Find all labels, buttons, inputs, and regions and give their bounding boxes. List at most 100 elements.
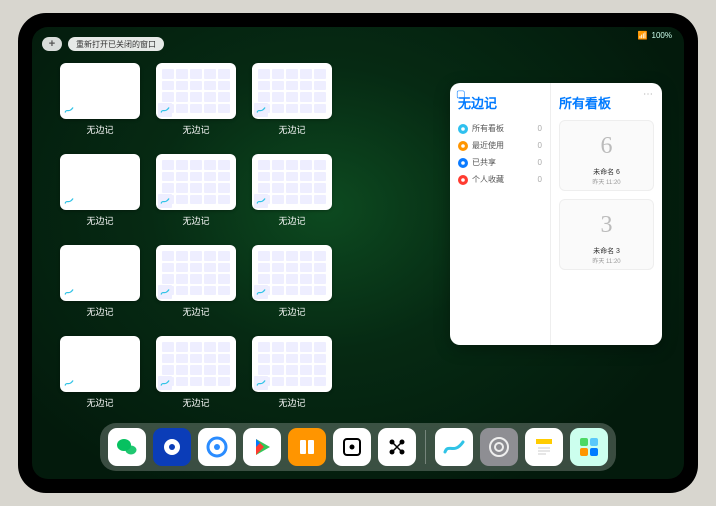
window-tile[interactable]: 无边记 [252,245,332,318]
dock-books-icon[interactable] [288,428,326,466]
window-thumbnail [60,154,140,210]
board-label: 未命名 6 [564,167,649,177]
window-tile[interactable]: 无边记 [156,336,236,409]
board-preview: 3 [564,204,649,246]
window-label: 无边记 [86,214,113,227]
sidebar-item-count: 0 [538,124,542,133]
window-tile[interactable]: 无边记 [60,154,140,227]
window-thumbnail [252,336,332,392]
category-icon [458,175,468,185]
window-label: 无边记 [182,214,209,227]
more-icon[interactable]: ⋯ [643,89,654,100]
board-time: 昨天 11:20 [564,177,649,186]
top-bar: + 重新打开已关闭的窗口 [42,37,164,51]
category-icon [458,124,468,134]
dock-qqbrowser-icon[interactable] [198,428,236,466]
window-thumbnail [60,336,140,392]
dock-settings-icon[interactable] [480,428,518,466]
board-card[interactable]: 3未命名 3昨天 11:20 [559,199,654,270]
freeform-app-icon [254,285,268,299]
wifi-icon: 📶 [638,31,648,40]
window-thumbnail [156,245,236,301]
freeform-app-icon [254,376,268,390]
freeform-app-icon [62,376,76,390]
window-label: 无边记 [278,123,305,136]
freeform-app-icon [62,103,76,117]
sidebar-item[interactable]: 已共享 0 [458,154,542,171]
window-thumbnail [60,63,140,119]
dock-dice-icon[interactable] [333,428,371,466]
sidebar-item-count: 0 [538,141,542,150]
dock-apps-icon[interactable] [570,428,608,466]
window-label: 无边记 [86,396,113,409]
window-tile[interactable]: 无边记 [252,154,332,227]
category-icon [458,141,468,151]
dock-freeform-icon[interactable] [435,428,473,466]
reopen-closed-button[interactable]: 重新打开已关闭的窗口 [68,37,164,51]
window-label: 无边记 [278,305,305,318]
new-window-button[interactable]: + [42,37,62,51]
dock-quark-icon[interactable] [153,428,191,466]
window-thumbnail [252,63,332,119]
sidebar-item-label: 最近使用 [472,140,504,151]
window-thumbnail [156,63,236,119]
window-thumbnail [252,245,332,301]
freeform-app-icon [158,376,172,390]
window-label: 无边记 [182,123,209,136]
window-tile[interactable]: 无边记 [252,336,332,409]
freeform-popover: ▢ ⋯ 无边记 所有看板0最近使用0已共享0个人收藏0 所有看板 6未命名 6昨… [450,83,662,345]
dock-separator [425,430,426,464]
dock-play-icon[interactable] [243,428,281,466]
popover-title: 无边记 [458,93,542,112]
window-tile[interactable]: 无边记 [252,63,332,136]
window-label: 无边记 [86,123,113,136]
window-grid: 无边记无边记无边记无边记无边记无边记无边记无边记无边记无边记无边记无边记 [60,63,440,409]
freeform-app-icon [254,103,268,117]
popover-main: 所有看板 6未命名 6昨天 11:203未命名 3昨天 11:20 [550,83,662,345]
freeform-app-icon [158,103,172,117]
popover-sidebar: 无边记 所有看板 0 最近使用 0 已共享 0 个人收藏 0 [450,83,550,345]
dock-wechat-icon[interactable] [108,428,146,466]
status-bar: 📶 100% [638,31,672,40]
sidebar-item-count: 0 [538,158,542,167]
window-label: 无边记 [278,396,305,409]
window-tile[interactable]: 无边记 [156,63,236,136]
board-label: 未命名 3 [564,246,649,256]
ipad-frame: 📶 100% + 重新打开已关闭的窗口 无边记无边记无边记无边记无边记无边记无边… [18,13,698,493]
window-thumbnail [60,245,140,301]
sidebar-toggle-icon[interactable]: ▢ [456,89,465,100]
sidebar-item[interactable]: 所有看板 0 [458,120,542,137]
sidebar-item[interactable]: 个人收藏 0 [458,171,542,188]
window-tile[interactable]: 无边记 [60,245,140,318]
freeform-app-icon [158,285,172,299]
sidebar-item-label: 所有看板 [472,123,504,134]
board-time: 昨天 11:20 [564,256,649,265]
window-tile[interactable]: 无边记 [60,336,140,409]
window-tile[interactable]: 无边记 [156,245,236,318]
popover-right-title: 所有看板 [559,93,654,112]
freeform-app-icon [62,285,76,299]
dock-notes-icon[interactable] [525,428,563,466]
sidebar-item-count: 0 [538,175,542,184]
freeform-app-icon [254,194,268,208]
window-tile[interactable]: 无边记 [60,63,140,136]
board-preview: 6 [564,125,649,167]
battery-label: 100% [652,31,672,40]
window-thumbnail [156,154,236,210]
category-icon [458,158,468,168]
board-card[interactable]: 6未命名 6昨天 11:20 [559,120,654,191]
freeform-app-icon [158,194,172,208]
window-label: 无边记 [278,214,305,227]
window-thumbnail [156,336,236,392]
sidebar-item-label: 已共享 [472,157,496,168]
dock [100,423,616,471]
window-thumbnail [252,154,332,210]
window-tile[interactable]: 无边记 [156,154,236,227]
window-label: 无边记 [86,305,113,318]
sidebar-item[interactable]: 最近使用 0 [458,137,542,154]
window-label: 无边记 [182,305,209,318]
screen: 📶 100% + 重新打开已关闭的窗口 无边记无边记无边记无边记无边记无边记无边… [32,27,684,479]
dock-dots-icon[interactable] [378,428,416,466]
sidebar-item-label: 个人收藏 [472,174,504,185]
window-label: 无边记 [182,396,209,409]
